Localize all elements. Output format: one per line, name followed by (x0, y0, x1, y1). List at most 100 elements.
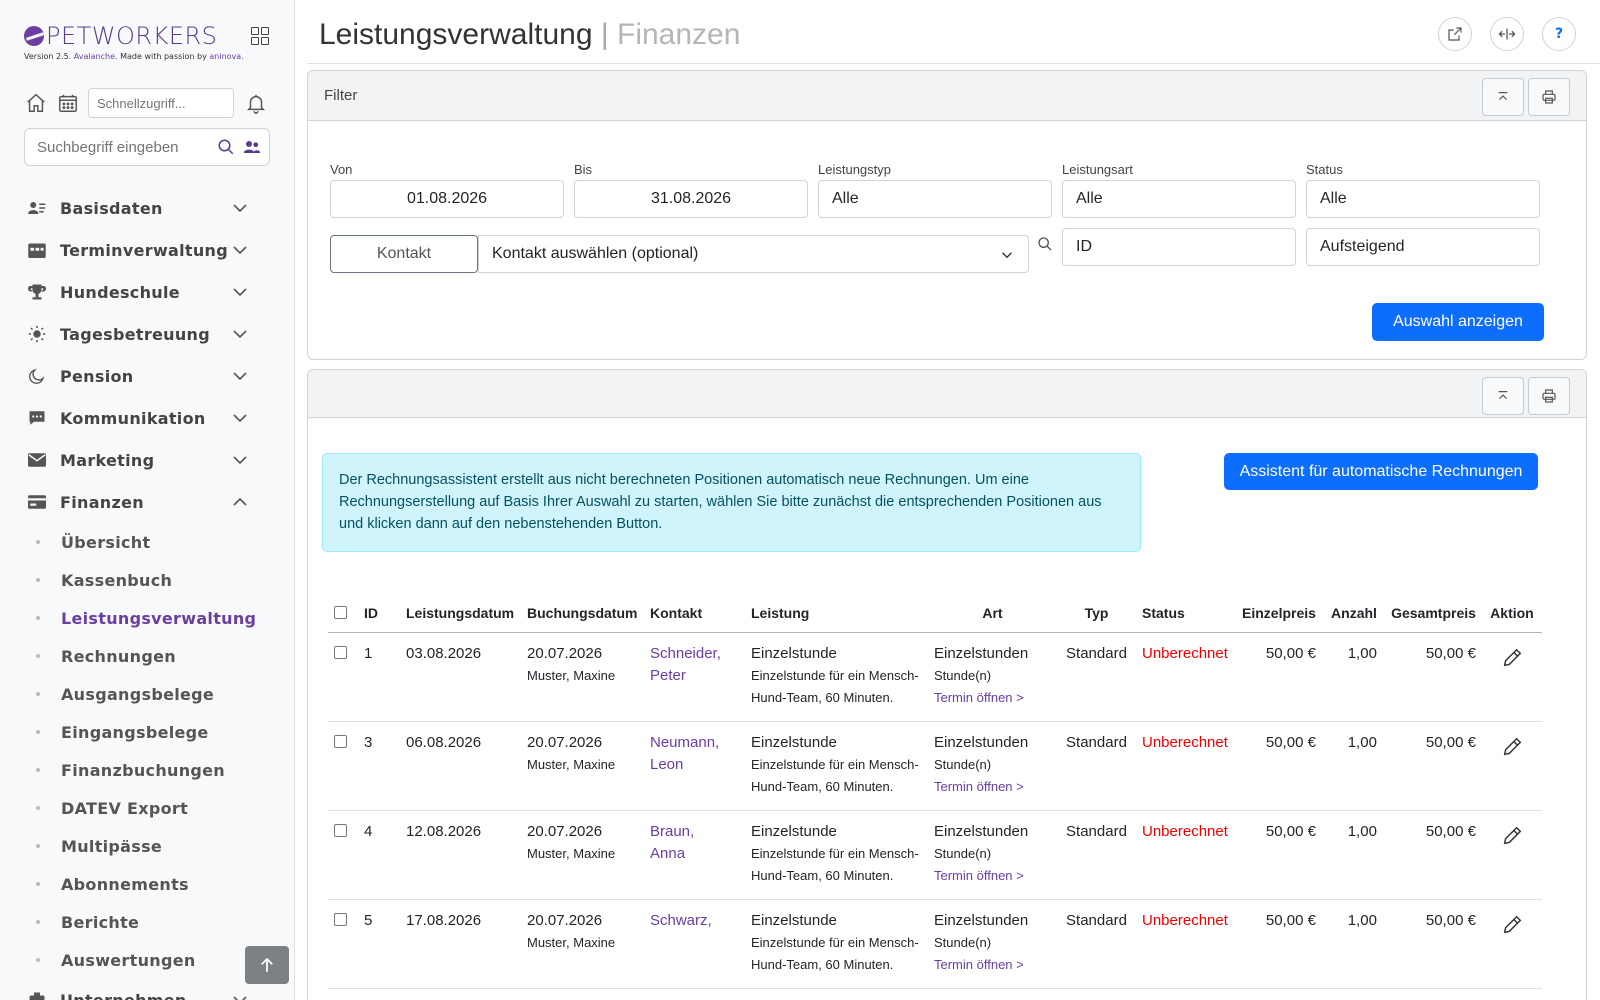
sort-order-select[interactable]: Aufsteigend (1306, 228, 1540, 266)
main-content: Leistungsverwaltung | Finanzen ? Filter (295, 0, 1600, 1000)
col-gesamtpreis[interactable]: Gesamtpreis (1382, 595, 1482, 633)
open-external-button[interactable] (1438, 17, 1472, 51)
leistungstyp-select[interactable]: Alle (818, 180, 1052, 218)
row-kontakt-link[interactable]: Braun, Anna (650, 823, 694, 862)
row-termin-link[interactable]: Termin öffnen > (934, 865, 1051, 887)
row-checkbox[interactable] (334, 646, 347, 659)
row-checkbox[interactable] (334, 735, 347, 748)
edit-pencil-icon[interactable] (1501, 825, 1523, 847)
select-all-cell (328, 595, 358, 633)
help-button[interactable]: ? (1542, 17, 1576, 51)
row-typ: Standard (1057, 899, 1136, 989)
row-kontakt-link[interactable]: Neumann, Leon (650, 734, 719, 773)
brand-logo[interactable]: PETWORKERS (24, 22, 217, 50)
subnav-berichte[interactable]: Berichte (0, 903, 294, 941)
home-icon[interactable] (24, 91, 48, 115)
row-checkbox[interactable] (334, 913, 347, 926)
row-booked-by: Muster, Maxine (527, 846, 616, 861)
subnav-multipaesse[interactable]: Multipässe (0, 827, 294, 865)
building-icon (28, 991, 46, 1000)
subnav-label: DATEV Export (61, 798, 189, 818)
maker-name[interactable]: aninova. (209, 52, 243, 61)
subnav-datev-export[interactable]: DATEV Export (0, 789, 294, 827)
print-filter-button[interactable] (1528, 78, 1570, 116)
col-anzahl[interactable]: Anzahl (1321, 595, 1383, 633)
subnav-eingangsbelege[interactable]: Eingangsbelege (0, 713, 294, 751)
row-leistung-cell: Einzelstunde Einzelstunde für ein Mensch-… (745, 810, 928, 900)
row-termin-link[interactable]: Termin öffnen > (934, 687, 1051, 709)
kontakt-search-icon[interactable] (1037, 236, 1055, 254)
status-select[interactable]: Alle (1306, 180, 1540, 218)
col-id[interactable]: ID (358, 595, 400, 633)
row-checkbox[interactable] (334, 824, 347, 837)
edit-pencil-icon[interactable] (1501, 736, 1523, 758)
row-kontakt-link[interactable]: Schwarz, (650, 912, 712, 929)
calendar-icon[interactable] (56, 91, 80, 115)
edit-pencil-icon[interactable] (1501, 914, 1523, 936)
von-date-input[interactable]: 01.08.2026 (330, 180, 564, 218)
col-leistungsdatum[interactable]: Leistungsdatum (400, 595, 521, 633)
col-status[interactable]: Status (1136, 595, 1236, 633)
search-input[interactable] (37, 138, 207, 156)
subnav-kassenbuch[interactable]: Kassenbuch (0, 561, 294, 599)
invoice-assistant-button[interactable]: Assistent für automatische Rechnungen (1224, 453, 1538, 490)
kontakt-button[interactable]: Kontakt (330, 235, 478, 273)
leistungsart-select[interactable]: Alle (1062, 180, 1296, 218)
subnav-label: Kassenbuch (61, 570, 173, 590)
nav-terminverwaltung[interactable]: Terminverwaltung (0, 229, 294, 271)
nav-basisdaten[interactable]: Basisdaten (0, 187, 294, 229)
row-booked-by: Muster, Maxine (527, 668, 616, 683)
subnav-finanzbuchungen[interactable]: Finanzbuchungen (0, 751, 294, 789)
select-all-checkbox[interactable] (334, 606, 347, 619)
nav-label: Tagesbetreuung (60, 324, 210, 344)
row-kontakt-link[interactable]: Schneider, Peter (650, 645, 721, 684)
nav-finanzen[interactable]: Finanzen (0, 481, 294, 523)
kontakt-select[interactable]: Kontakt auswählen (optional) (478, 235, 1029, 273)
col-kontakt[interactable]: Kontakt (644, 595, 745, 633)
search-icon[interactable] (217, 138, 235, 156)
subnav-rechnungen[interactable]: Rechnungen (0, 637, 294, 675)
sort-field-select[interactable]: ID (1062, 228, 1296, 266)
contacts-icon (28, 199, 46, 217)
col-leistung[interactable]: Leistung (745, 595, 928, 633)
filter-title: Filter (324, 87, 358, 104)
nav-tagesbetreuung[interactable]: Tagesbetreuung (0, 313, 294, 355)
bell-icon[interactable] (244, 91, 268, 115)
row-leistung-cell: Einzelstunde Einzelstunde für ein Mensch-… (745, 899, 928, 989)
contacts-search-icon[interactable] (243, 138, 261, 156)
chevron-down-icon (233, 204, 247, 213)
collapse-filter-button[interactable] (1482, 78, 1524, 116)
bis-date-input[interactable]: 31.08.2026 (574, 180, 808, 218)
scroll-to-top-button[interactable] (245, 946, 289, 984)
nav-label: Basisdaten (60, 198, 163, 218)
collapse-results-button[interactable] (1482, 377, 1524, 415)
subnav-ausgangsbelege[interactable]: Ausgangsbelege (0, 675, 294, 713)
row-einzelpreis: 50,00 € (1236, 721, 1322, 811)
subnav-uebersicht[interactable]: Übersicht (0, 523, 294, 561)
quick-access-input[interactable] (88, 88, 234, 118)
print-results-button[interactable] (1528, 377, 1570, 415)
col-art[interactable]: Art (928, 595, 1057, 633)
toggle-width-button[interactable] (1490, 17, 1524, 51)
row-termin-link[interactable]: Termin öffnen > (934, 954, 1051, 976)
nav-hundeschule[interactable]: Hundeschule (0, 271, 294, 313)
row-art: Einzelstunden (934, 823, 1029, 840)
subnav-leistungsverwaltung[interactable]: Leistungsverwaltung (0, 599, 294, 637)
external-link-icon (1448, 27, 1462, 41)
subnav-label: Ausgangsbelege (61, 684, 215, 704)
nav-marketing[interactable]: Marketing (0, 439, 294, 481)
row-termin-link[interactable]: Termin öffnen > (934, 776, 1051, 798)
chevron-down-icon (233, 414, 247, 423)
apps-grid-icon[interactable] (251, 27, 269, 45)
col-typ[interactable]: Typ (1057, 595, 1136, 633)
col-einzelpreis[interactable]: Einzelpreis (1236, 595, 1322, 633)
row-art-cell: Einzelstunden Stunde(n) Termin öffnen > (928, 810, 1057, 900)
nav-pension[interactable]: Pension (0, 355, 294, 397)
subnav-abonnements[interactable]: Abonnements (0, 865, 294, 903)
show-selection-button[interactable]: Auswahl anzeigen (1372, 303, 1544, 341)
col-aktion: Aktion (1481, 595, 1542, 633)
edit-pencil-icon[interactable] (1501, 647, 1523, 669)
nav-kommunikation[interactable]: Kommunikation (0, 397, 294, 439)
col-buchungsdatum[interactable]: Buchungsdatum (521, 595, 644, 633)
table-row: 1 03.08.2026 20.07.2026 Muster, Maxine Sc… (328, 632, 1542, 722)
